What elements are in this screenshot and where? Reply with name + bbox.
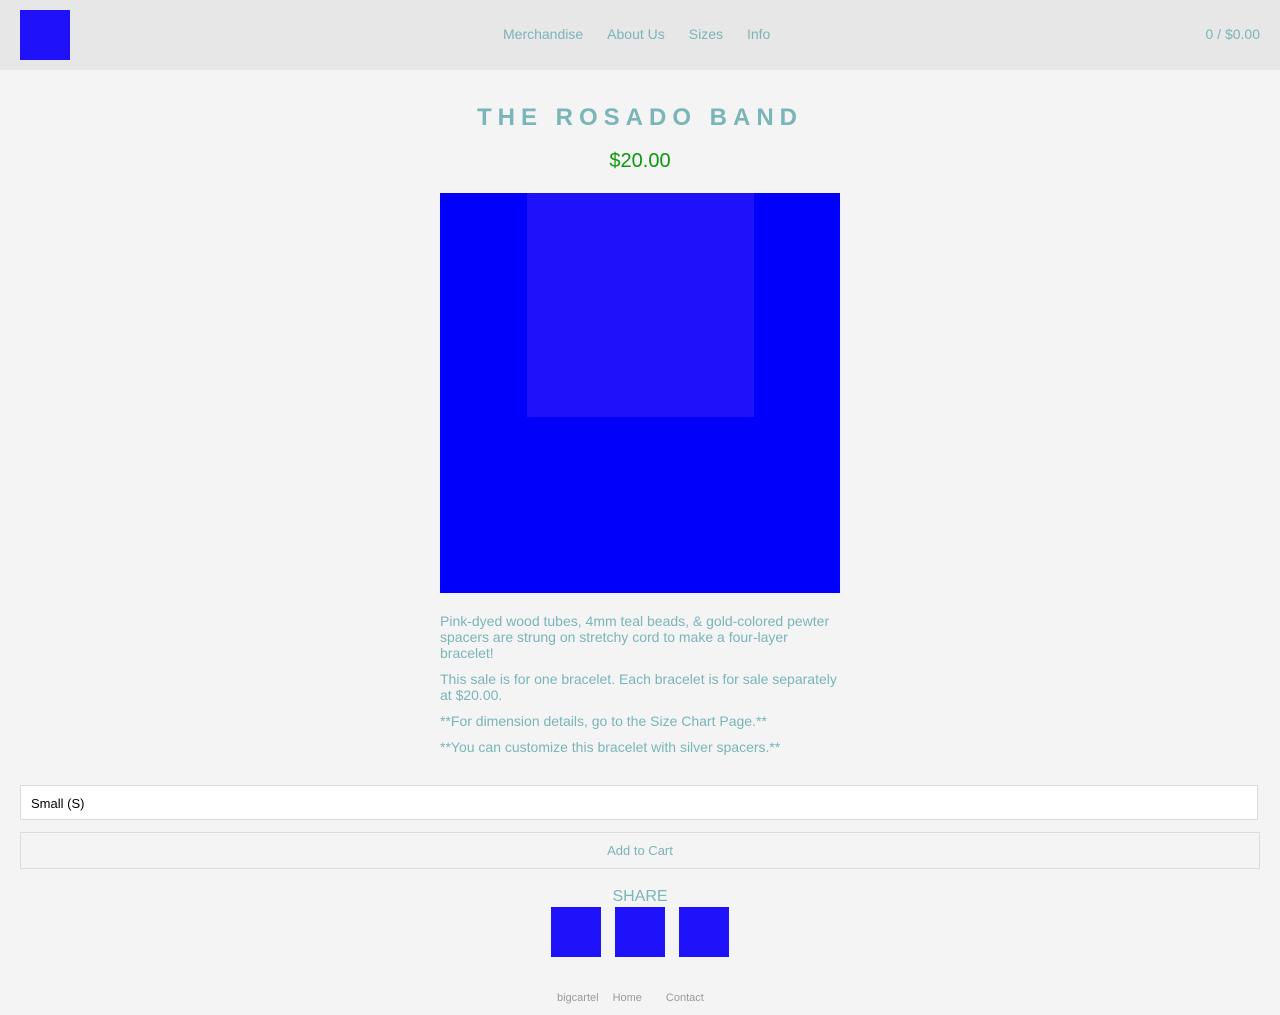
size-select[interactable]: Small (S) (20, 785, 1258, 820)
product-image (440, 193, 840, 593)
site-header: Merchandise About Us Sizes Info 0 / $0.0… (0, 0, 1280, 70)
site-footer: bigcartel Home Contact (557, 992, 704, 1004)
nav-info[interactable]: Info (735, 26, 782, 42)
main-nav: Merchandise About Us Sizes Info (491, 26, 782, 42)
nav-sizes[interactable]: Sizes (677, 26, 735, 42)
share-facebook-icon[interactable] (551, 907, 601, 957)
nav-about-us[interactable]: About Us (595, 26, 677, 42)
footer-home-link[interactable]: Home (613, 992, 642, 1004)
description-paragraph: Pink-dyed wood tubes, 4mm teal beads, & … (440, 613, 830, 661)
nav-merchandise[interactable]: Merchandise (491, 26, 595, 42)
cart-summary-link[interactable]: 0 / $0.00 (1206, 26, 1261, 42)
product-description: Pink-dyed wood tubes, 4mm teal beads, & … (440, 613, 840, 765)
description-paragraph: **For dimension details, go to the Size … (440, 713, 767, 729)
product-title: THE ROSADO BAND (476, 104, 803, 131)
share-pinterest-icon[interactable] (679, 907, 729, 957)
add-to-cart-button[interactable]: Add to Cart (20, 832, 1260, 869)
footer-contact-link[interactable]: Contact (666, 992, 704, 1004)
share-icons (551, 907, 729, 957)
footer-bigcartel-link[interactable]: bigcartel (557, 992, 599, 1004)
description-paragraph: This sale is for one bracelet. Each brac… (440, 671, 837, 703)
share-label: SHARE (612, 888, 668, 905)
product-price: $20.00 (609, 150, 671, 172)
share-twitter-icon[interactable] (615, 907, 665, 957)
description-paragraph: **You can customize this bracelet with s… (440, 739, 781, 755)
product-image-placeholder (527, 193, 754, 417)
store-logo[interactable] (20, 10, 70, 60)
